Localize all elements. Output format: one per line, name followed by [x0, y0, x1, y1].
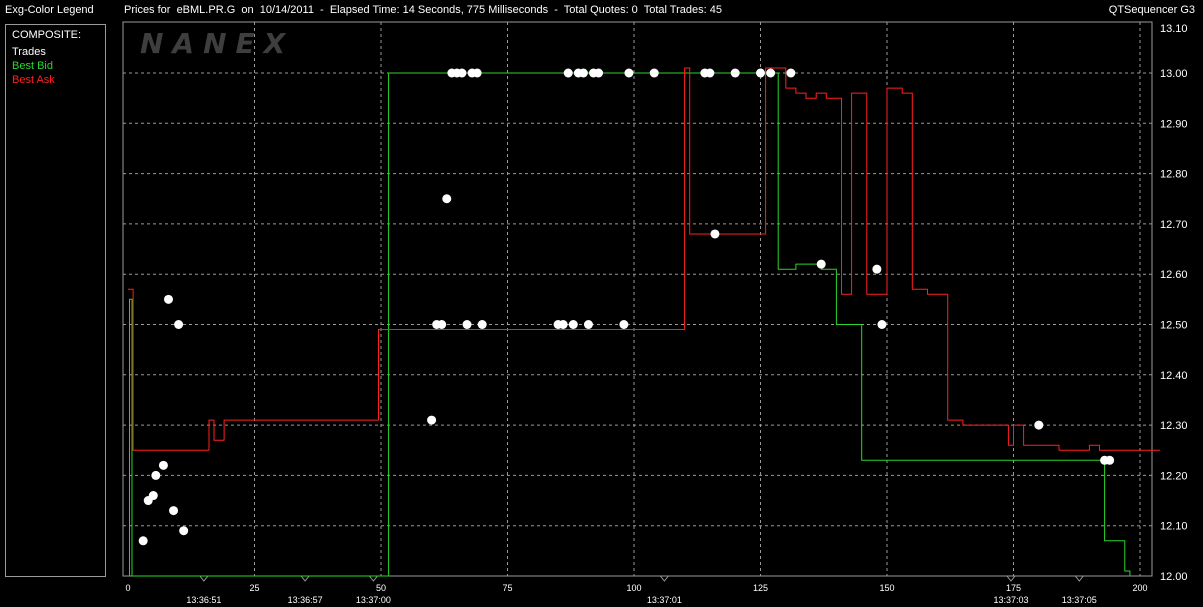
trade-point — [158, 460, 168, 470]
time-marker — [659, 575, 670, 582]
x-tick-label: 100 — [626, 583, 641, 593]
y-tick-label: 13.00 — [1160, 68, 1188, 80]
y-tick-label: 12.00 — [1160, 571, 1188, 583]
trade-point — [558, 320, 568, 329]
trade-point — [877, 320, 887, 329]
trade-point — [563, 68, 573, 78]
trade-point — [583, 320, 593, 329]
y-tick-label: 12.40 — [1160, 370, 1188, 382]
y-tick-label: 12.70 — [1160, 219, 1188, 231]
y-tick-label: 12.30 — [1160, 420, 1188, 432]
trade-point — [138, 536, 148, 546]
time-marker — [300, 575, 311, 582]
x-tick-label: 25 — [249, 583, 259, 593]
trade-point — [756, 68, 765, 78]
trade-point — [174, 320, 184, 329]
time-marker — [368, 575, 379, 582]
trade-point — [710, 229, 720, 239]
trade-point — [179, 526, 189, 536]
x-tick-label: 200 — [1132, 583, 1147, 593]
trade-point — [816, 259, 826, 269]
x-tick-label: 175 — [1006, 583, 1021, 593]
nanex-watermark: NANEX — [140, 27, 295, 60]
time-label: 13:37:00 — [356, 595, 391, 605]
trade-point — [437, 320, 447, 329]
trade-point — [649, 68, 659, 78]
time-label: 13:37:01 — [647, 595, 682, 605]
trade-point — [462, 320, 472, 329]
trade-point — [730, 68, 740, 78]
trade-point — [578, 68, 588, 78]
time-label: 13:36:57 — [288, 595, 323, 605]
trade-point — [169, 506, 179, 516]
trade-point — [594, 68, 604, 78]
trade-point — [427, 415, 437, 425]
x-tick-label: 50 — [376, 583, 386, 593]
trade-point — [457, 68, 467, 78]
trade-point — [151, 470, 161, 480]
trade-point — [472, 68, 482, 78]
trade-point — [163, 294, 173, 304]
time-label: 13:36:51 — [186, 595, 221, 605]
trade-point — [148, 491, 158, 501]
trade-point — [1034, 420, 1044, 430]
x-tick-label: 0 — [125, 583, 130, 593]
trade-point — [766, 68, 776, 78]
trade-point — [786, 68, 796, 78]
trade-point — [619, 320, 629, 329]
y-tick-label: 12.90 — [1160, 118, 1188, 130]
x-tick-label: 125 — [753, 583, 768, 593]
plot-area — [122, 21, 1153, 577]
trade-point — [872, 264, 882, 274]
trade-point — [1105, 455, 1115, 465]
time-label: 13:37:03 — [993, 595, 1028, 605]
time-label: 13:37:05 — [1062, 595, 1097, 605]
trade-point — [705, 68, 715, 78]
trade-point — [442, 194, 452, 204]
y-tick-label: 13.10 — [1160, 23, 1188, 35]
x-tick-label: 75 — [502, 583, 512, 593]
price-chart: 12.00 12.10 12.20 12.30 12.40 12.50 12.60 12.70… — [122, 21, 1188, 605]
y-tick-label: 12.60 — [1160, 269, 1188, 281]
time-marker — [1074, 575, 1085, 582]
y-tick-label: 12.80 — [1160, 169, 1188, 181]
y-tick-label: 12.20 — [1160, 470, 1188, 482]
trade-point — [568, 320, 578, 329]
y-tick-label: 12.10 — [1160, 521, 1188, 533]
time-marker — [198, 575, 209, 582]
x-tick-label: 150 — [879, 583, 894, 593]
trade-point — [624, 68, 634, 78]
trade-point — [477, 320, 487, 329]
y-tick-label: 12.50 — [1160, 320, 1188, 332]
time-marker — [1005, 575, 1017, 582]
